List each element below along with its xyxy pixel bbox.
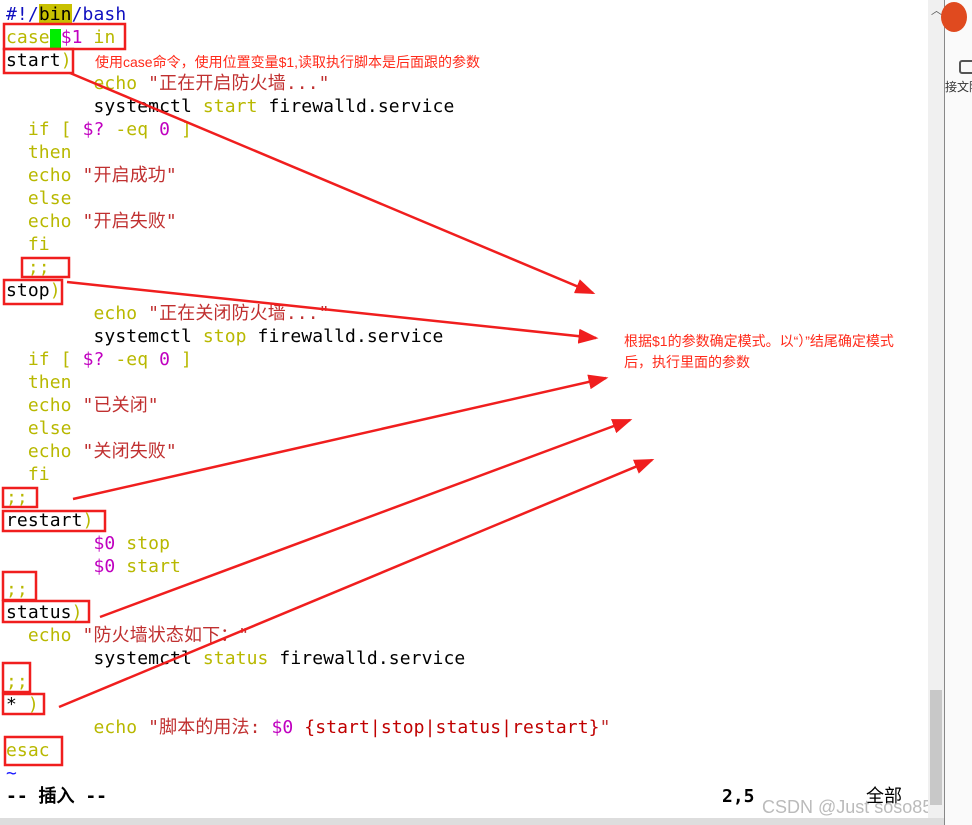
arrow-restart	[72, 374, 609, 501]
highlight-box-case	[2, 22, 127, 51]
highlight-box-restart	[1, 509, 107, 533]
highlight-box-end-1	[20, 256, 71, 279]
arrow-default	[58, 458, 655, 709]
case-annotation: 使用case命令，使用位置变量$1,读取执行脚本是后面跟的参数	[95, 54, 481, 70]
mode-annotation-line2: 后，执行里面的参数	[624, 354, 750, 370]
highlight-box-status	[1, 599, 91, 624]
mode-annotation-line1: 根据$1的参数确定模式。以“）”结尾确定模式	[624, 333, 894, 349]
highlight-box-default	[1, 692, 46, 716]
highlight-box-end-2	[1, 486, 39, 509]
arrow-start	[69, 71, 596, 295]
arrow-status	[99, 418, 633, 619]
highlight-box-end-3	[1, 570, 38, 602]
annotation-overlay	[1, 22, 655, 767]
highlight-box-stop	[2, 278, 64, 306]
arrow-stop	[66, 280, 599, 344]
highlight-box-end-4	[1, 661, 32, 694]
highlight-box-start	[2, 47, 75, 75]
highlight-box-esac	[3, 735, 64, 767]
